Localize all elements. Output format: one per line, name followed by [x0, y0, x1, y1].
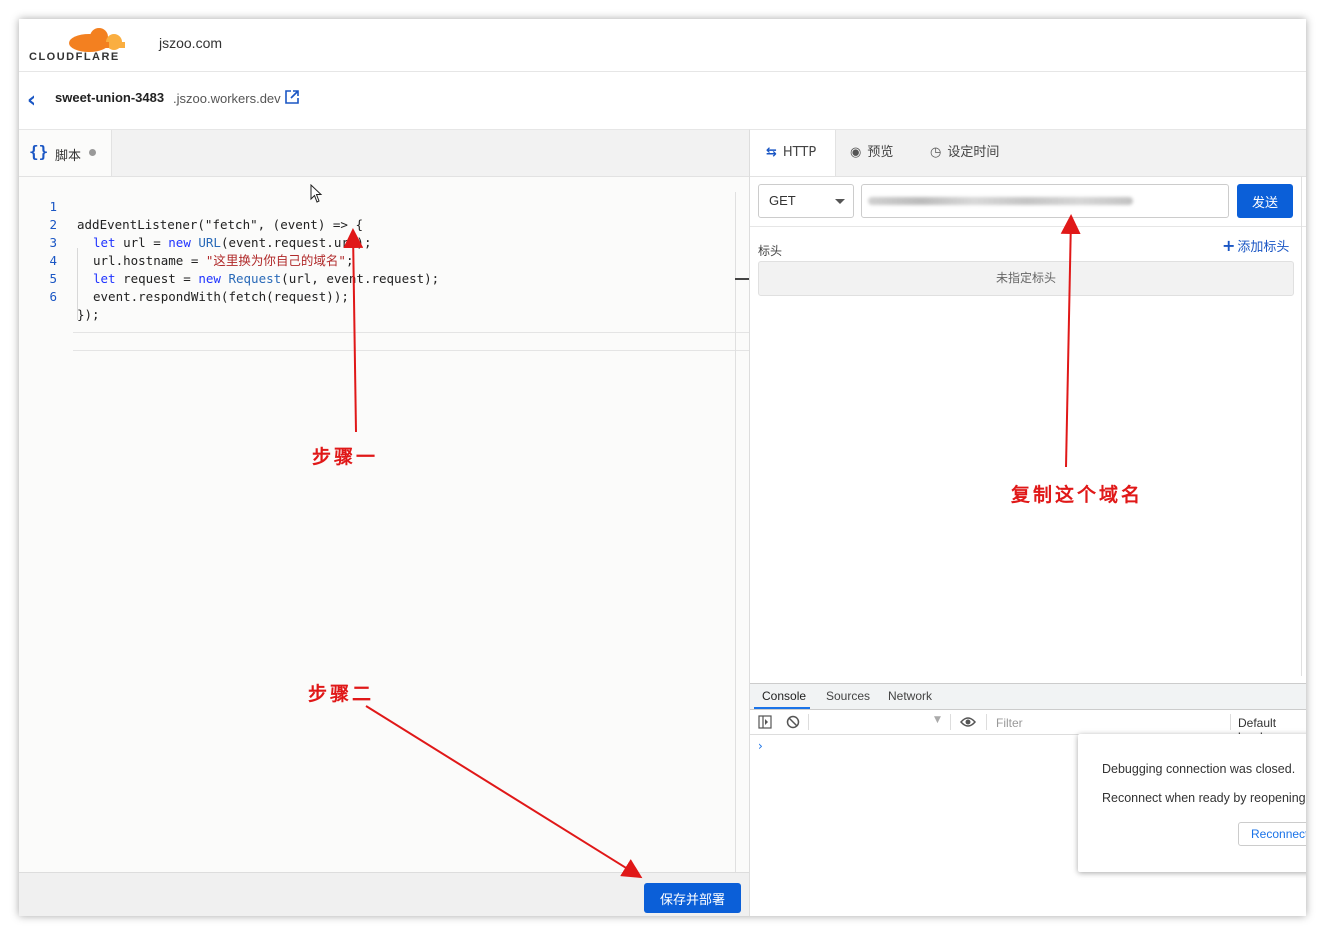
tab-http-label: HTTP: [782, 145, 817, 160]
tab-http[interactable]: ⇆ HTTP: [750, 130, 836, 176]
editor-scrollbar[interactable]: [735, 192, 736, 882]
annotation-step2: 步骤二: [308, 683, 375, 705]
line-number: 6: [49, 289, 57, 304]
tab-preview[interactable]: ◉ 预览: [850, 130, 893, 176]
code-line: 3 url.hostname = "这里换为你自己的域名";: [19, 216, 749, 268]
sidebar-toggle-icon[interactable]: [758, 715, 772, 729]
dialog-message: Debugging connection was closed.: [1102, 762, 1296, 776]
code-text: event.respondWith(fetch(request));: [93, 289, 349, 304]
code-braces-icon: {}: [29, 142, 49, 161]
request-scrollbar[interactable]: [1301, 176, 1302, 676]
clear-console-icon[interactable]: [786, 715, 800, 729]
tab-sources[interactable]: Sources: [826, 689, 870, 703]
script-tab-label: 脚本: [55, 149, 82, 164]
code-line: 6 });: [19, 270, 749, 322]
devtools-tab-strip: Console Sources Network: [750, 684, 1306, 710]
eye-icon: ◉: [850, 145, 862, 160]
cloud-icon: [69, 28, 125, 52]
http-method-select[interactable]: GET: [758, 184, 854, 218]
annotation-copy-domain: 复制这个域名: [1011, 484, 1144, 506]
divider: [750, 226, 1306, 227]
request-panel: ⇆ HTTP ◉ 预览 ◷ 设定时间 GET 发送 标头 + 添加标头 未指定标头: [749, 129, 1306, 916]
console-toolbar: ▼ Filter Default levels: [750, 710, 1306, 744]
tab-schedule[interactable]: ◷ 设定时间: [930, 130, 999, 176]
dialog-hint: Reconnect when ready by reopening: [1102, 791, 1306, 805]
eye-icon[interactable]: [960, 716, 976, 728]
active-tab-indicator: [754, 707, 810, 709]
code-line: 5 event.respondWith(fetch(request));: [19, 252, 749, 304]
worker-header: ‹ sweet-union-3483 .jszoo.workers.dev: [19, 72, 1306, 176]
tab-preview-label: 预览: [867, 145, 894, 160]
request-tab-strip: ⇆ HTTP ◉ 预览 ◷ 设定时间: [750, 130, 1306, 177]
code-line: 1 addEventListener("fetch", (event) => {: [19, 180, 749, 232]
worker-subdomain: .jszoo.workers.dev: [173, 91, 281, 106]
external-link-icon[interactable]: [285, 90, 299, 104]
tab-script[interactable]: {} 脚本: [19, 130, 112, 176]
editor-panel: {} 脚本 1 addEventListener("fetch", (event…: [19, 129, 749, 916]
method-value: GET: [769, 193, 796, 208]
unsaved-dot: [89, 149, 96, 156]
headers-label: 标头: [758, 244, 783, 258]
code-line: 2 let url = new URL(event.request.url);: [19, 198, 749, 250]
worker-name: sweet-union-3483: [55, 90, 165, 105]
swap-arrows-icon: ⇆: [766, 145, 777, 160]
account-domain[interactable]: jszoo.com: [159, 35, 222, 51]
disconnected-dialog: Debugging connection was closed. Reconne…: [1078, 734, 1306, 872]
toolbar-divider: [1230, 714, 1231, 730]
toolbar-divider: [950, 714, 951, 730]
cloudflare-logo[interactable]: CLOUDFLARE: [29, 25, 139, 65]
app-window: CLOUDFLARE jszoo.com ‹ sweet-union-3483 …: [19, 19, 1306, 916]
clock-icon: ◷: [930, 145, 942, 160]
add-header-label: 添加标头: [1237, 240, 1290, 255]
scrollbar-marker: [735, 278, 749, 280]
mouse-cursor-icon: [310, 184, 323, 203]
code-line: 4 let request = new Request(url, event.r…: [19, 234, 749, 286]
save-and-deploy-button[interactable]: 保存并部署: [644, 883, 741, 913]
context-dropdown-arrow-icon[interactable]: ▼: [934, 715, 941, 725]
plus-icon: +: [1222, 236, 1236, 255]
chevron-down-icon: [835, 199, 845, 204]
tab-network[interactable]: Network: [888, 689, 932, 703]
toolbar-divider: [808, 714, 809, 730]
console-filter-input[interactable]: Filter: [996, 716, 1023, 730]
top-bar: CLOUDFLARE jszoo.com: [19, 19, 1306, 72]
reconnect-button[interactable]: Reconnect: [1238, 822, 1306, 846]
tab-console[interactable]: Console: [762, 689, 806, 703]
logo-text: CLOUDFLARE: [29, 51, 120, 63]
blurred-url: [868, 197, 1133, 205]
annotation-step1: 步骤一: [312, 446, 379, 468]
toolbar-divider: [986, 714, 987, 730]
editor-footer: 保存并部署: [19, 872, 749, 916]
send-button[interactable]: 发送: [1237, 184, 1293, 218]
code-text: });: [77, 307, 100, 322]
no-headers-placeholder: 未指定标头: [758, 261, 1294, 296]
tab-schedule-label: 设定时间: [947, 145, 1000, 160]
editor-tab-strip: {} 脚本: [19, 130, 749, 177]
url-input[interactable]: [861, 184, 1229, 218]
console-prompt[interactable]: ›: [758, 739, 763, 753]
add-header-button[interactable]: + 添加标头: [1222, 236, 1289, 255]
current-line-highlight: [73, 332, 749, 351]
chevron-left-icon[interactable]: ‹: [27, 88, 36, 113]
